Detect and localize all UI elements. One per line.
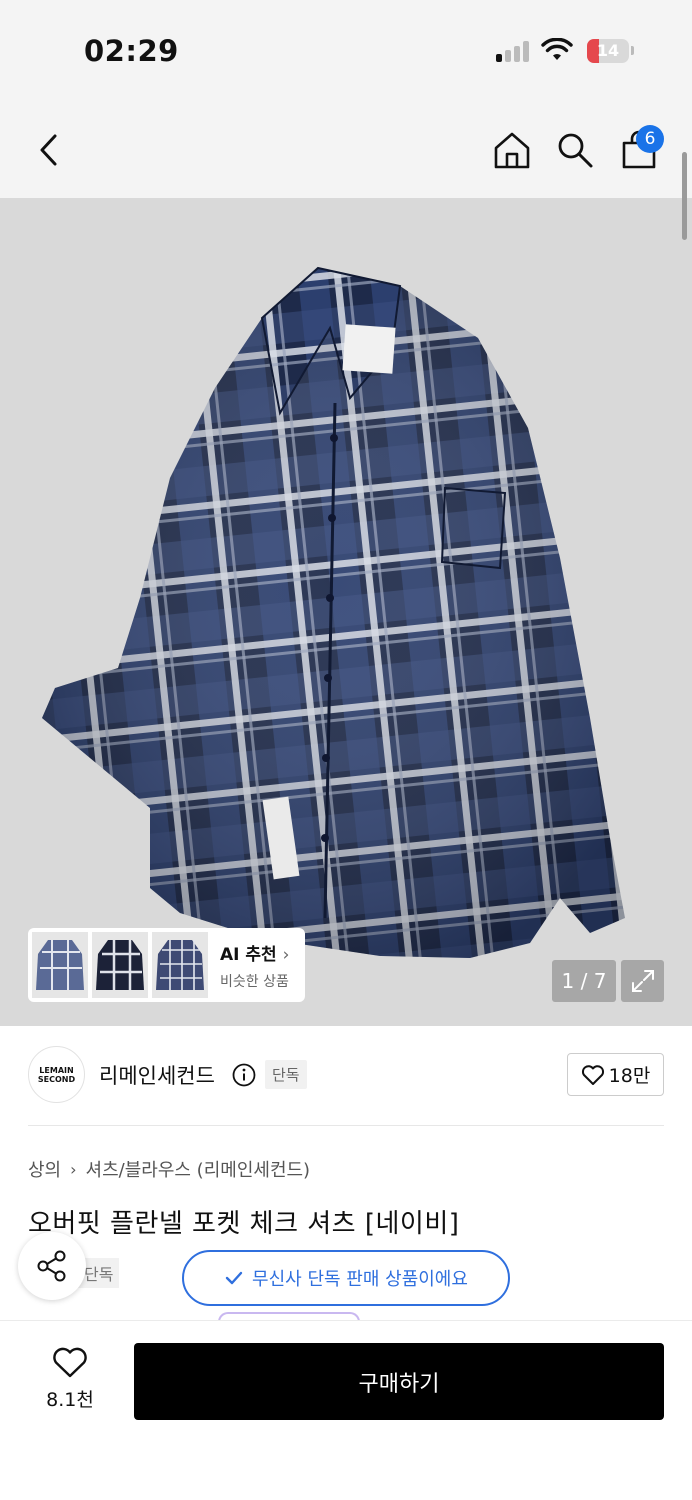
share-button[interactable] <box>18 1232 86 1300</box>
recommend-thumbnail[interactable] <box>152 932 208 998</box>
ai-recommend-subtitle: 비슷한 상품 <box>220 973 289 990</box>
battery-cap <box>631 46 634 55</box>
wishlist-button[interactable]: 8.1천 <box>28 1347 112 1419</box>
divider <box>28 1125 664 1126</box>
heart-icon <box>53 1347 87 1378</box>
expand-image-button[interactable] <box>621 960 664 1002</box>
battery-percent: 14 <box>596 41 620 60</box>
recommend-thumbnail[interactable] <box>32 932 88 998</box>
product-image-gallery[interactable] <box>0 198 692 1026</box>
search-icon <box>558 133 593 168</box>
ai-recommend-text: AI 추천 › 비슷한 상품 <box>220 940 289 991</box>
heart-icon <box>581 1064 604 1085</box>
scroll-indicator <box>682 152 687 240</box>
back-button[interactable] <box>24 124 74 176</box>
wishlist-count: 8.1천 <box>46 1389 94 1411</box>
product-photo <box>42 266 625 958</box>
home-icon <box>494 132 530 169</box>
ai-recommend-card[interactable]: AI 추천 › 비슷한 상품 <box>28 928 305 1002</box>
toast-text: 무신사 단독 판매 상품이에요 <box>252 1269 468 1290</box>
chevron-right-icon: › <box>282 944 290 965</box>
product-title: 오버핏 플란넬 포켓 체크 셔츠 [네이비] <box>28 1209 460 1239</box>
status-bar: 02:29 14 <box>0 0 692 100</box>
chevron-right-icon: › <box>70 1159 77 1179</box>
breadcrumb: 상의 › 셔츠/블라우스 (리메인세컨드) <box>28 1156 310 1182</box>
ai-recommend-title: AI 추천 › <box>220 944 290 965</box>
image-page-counter: 1 / 7 <box>552 960 616 1002</box>
brand-like-count: 18만 <box>608 1065 651 1087</box>
check-icon <box>225 1271 243 1285</box>
info-icon[interactable] <box>232 1063 256 1087</box>
home-button[interactable] <box>487 124 537 176</box>
battery-icon: 14 <box>587 39 629 63</box>
recommend-thumbnail[interactable] <box>92 932 148 998</box>
bottom-action-bar: 8.1천 구매하기 <box>0 1320 692 1500</box>
brand-like-button[interactable]: 18만 <box>567 1053 664 1096</box>
exclusive-sale-toast: 무신사 단독 판매 상품이에요 <box>182 1250 510 1306</box>
share-icon <box>37 1250 66 1282</box>
cart-count-badge: 6 <box>636 125 664 153</box>
exclusive-tag: 단독 <box>265 1060 307 1089</box>
top-nav-bar <box>0 100 692 198</box>
brand-logo[interactable]: LEMAIN SECOND <box>28 1046 85 1103</box>
wifi-icon <box>541 38 573 60</box>
status-time: 02:29 <box>84 34 179 68</box>
breadcrumb-item[interactable]: 상의 <box>28 1156 61 1182</box>
chevron-left-icon <box>40 134 57 166</box>
brand-row: LEMAIN SECOND 리메인세컨드 단독 18만 <box>28 1046 664 1104</box>
expand-icon <box>631 970 654 992</box>
buy-button[interactable]: 구매하기 <box>134 1343 664 1420</box>
breadcrumb-item[interactable]: 셔츠/블라우스 (리메인세컨드) <box>86 1156 311 1182</box>
brand-name[interactable]: 리메인세컨드 <box>99 1060 215 1090</box>
cellular-signal-icon <box>496 40 532 62</box>
search-button[interactable] <box>550 124 600 176</box>
